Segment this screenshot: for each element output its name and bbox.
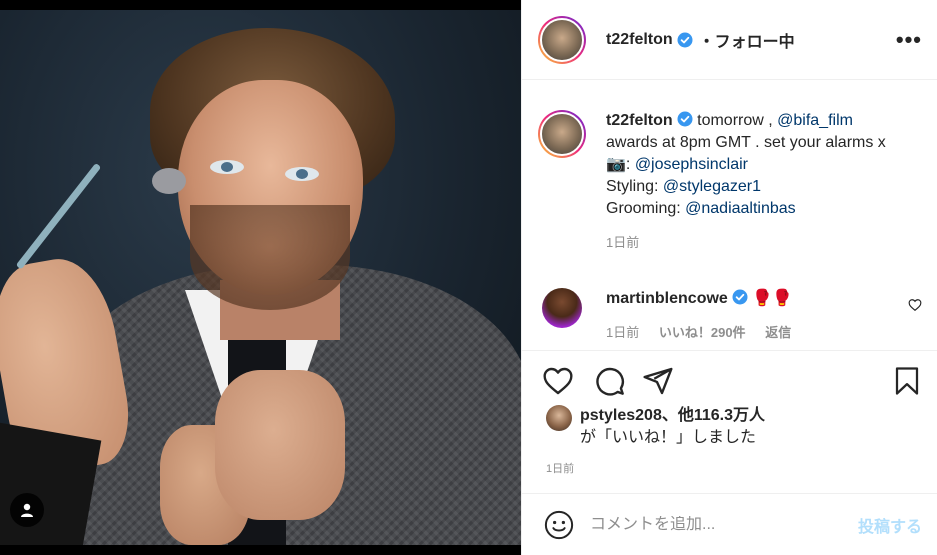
comment-bubble-icon[interactable] <box>594 365 626 397</box>
sleeve-left <box>0 421 102 545</box>
comment-time[interactable]: 1日前 <box>606 325 639 340</box>
mention-link[interactable]: @nadiaaltinbas <box>685 200 796 217</box>
paper-plane-icon[interactable] <box>642 365 674 397</box>
following-label[interactable]: ・フォロー中 <box>699 28 795 52</box>
caption-prefix: Styling: <box>606 178 663 195</box>
verified-badge-icon <box>677 111 693 127</box>
post-header: t22felton ・フォロー中 ••• <box>522 0 937 80</box>
liker-username[interactable]: pstyles208 <box>580 407 662 424</box>
smiley-icon[interactable] <box>544 510 574 540</box>
instagram-post: t22felton ・フォロー中 ••• t22felton tomorrow … <box>0 0 937 555</box>
action-bar <box>522 350 937 410</box>
portrait-image <box>0 10 521 545</box>
likes-others-count[interactable]: 、他116.3万人 <box>662 407 765 424</box>
comment-input[interactable] <box>590 515 858 534</box>
likes-suffix: が「いいね！」しました <box>580 429 757 446</box>
caption-avatar[interactable] <box>538 110 586 158</box>
post-timestamp[interactable]: 1日前 <box>546 460 574 476</box>
user-tag-icon[interactable] <box>10 493 44 527</box>
caption-prefix: 📷: <box>606 156 635 173</box>
comment-text: 🥊🥊 <box>752 290 793 307</box>
header-username[interactable]: t22felton <box>606 31 673 49</box>
comment-row: martinblencowe 🥊🥊 1日前 いいね！290件 返信 <box>538 288 928 344</box>
makeup-brush-head <box>152 168 186 194</box>
header-avatar[interactable] <box>538 15 586 64</box>
verified-badge-icon <box>677 32 693 47</box>
makeup-brush <box>15 162 102 270</box>
caption-time[interactable]: 1日前 <box>606 232 886 254</box>
comment-composer: 投稿する <box>522 493 937 555</box>
liker-avatar[interactable] <box>546 405 572 431</box>
caption-body: t22felton tomorrow , @bifa_film awards a… <box>606 110 886 254</box>
bookmark-icon[interactable] <box>892 365 922 397</box>
caption-line: awards at 8pm GMT . set your alarms x <box>606 134 886 151</box>
comment-likes[interactable]: いいね！290件 <box>659 325 746 340</box>
eye-left <box>210 160 244 174</box>
avatar-image <box>540 112 584 156</box>
post-sidebar: t22felton ・フォロー中 ••• t22felton tomorrow … <box>521 0 937 555</box>
reply-button[interactable]: 返信 <box>765 325 791 340</box>
avatar-image <box>540 17 584 62</box>
caption-text: tomorrow , <box>697 112 778 129</box>
post-photo[interactable] <box>0 0 521 555</box>
commenter-username[interactable]: martinblencowe <box>606 290 728 307</box>
hand-right <box>215 370 345 520</box>
likes-summary: pstyles208、他116.3万人 が「いいね！」しました <box>546 405 765 449</box>
person-icon <box>21 503 33 517</box>
caption: t22felton tomorrow , @bifa_film awards a… <box>538 110 928 254</box>
verified-badge-icon <box>732 289 748 305</box>
post-comment-button[interactable]: 投稿する <box>858 513 922 537</box>
commenter-avatar[interactable] <box>542 288 582 328</box>
likes-text: pstyles208、他116.3万人 が「いいね！」しました <box>580 405 765 449</box>
mention-link[interactable]: @josephsinclair <box>635 156 748 173</box>
beard-shape <box>190 205 350 310</box>
mention-link[interactable]: @bifa_film <box>777 112 853 129</box>
mention-link[interactable]: @stylegazer1 <box>663 178 761 195</box>
caption-prefix: Grooming: <box>606 200 686 217</box>
more-options-button[interactable]: ••• <box>896 27 922 53</box>
eye-right <box>285 167 319 181</box>
heart-icon[interactable] <box>908 298 922 312</box>
comment-body: martinblencowe 🥊🥊 1日前 いいね！290件 返信 <box>606 288 792 344</box>
heart-icon[interactable] <box>542 365 574 397</box>
caption-username[interactable]: t22felton <box>606 112 673 129</box>
